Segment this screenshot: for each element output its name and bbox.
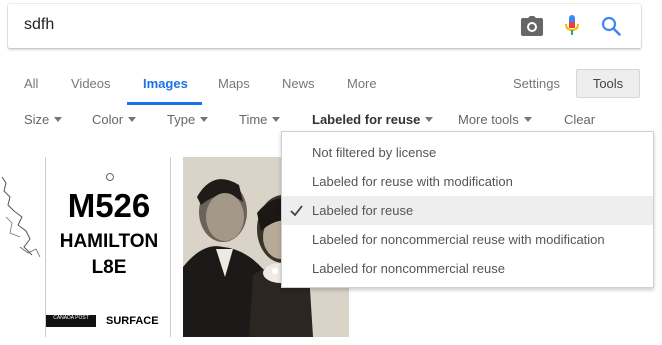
clear-filters[interactable]: Clear (564, 112, 595, 127)
caret-down-icon (128, 117, 137, 123)
color-filter[interactable]: Color (92, 112, 137, 127)
color-filter-label: Color (92, 112, 124, 127)
active-tab-indicator (127, 102, 202, 105)
usage-rights-filter[interactable]: Labeled for reuse (312, 112, 434, 127)
usage-rights-menu: Not filtered by license Labeled for reus… (281, 131, 654, 288)
microphone-icon[interactable] (560, 14, 584, 38)
caret-down-icon (200, 117, 209, 123)
time-filter[interactable]: Time (239, 112, 281, 127)
sign-footer: SURFACE (106, 315, 159, 327)
search-input[interactable]: sdfh (24, 16, 54, 34)
caret-down-icon (523, 117, 532, 123)
tools-button[interactable]: Tools (576, 69, 640, 98)
menu-item-label: Not filtered by license (312, 145, 437, 160)
menu-item-label: Labeled for noncommercial reuse (312, 261, 505, 276)
more-tools-label: More tools (458, 112, 519, 127)
search-box[interactable]: sdfh (8, 4, 641, 48)
logo-text: CANADA POST (53, 315, 89, 321)
caret-down-icon (54, 117, 63, 123)
more-tools-filter[interactable]: More tools (458, 112, 532, 127)
sign-line-3: L8E (91, 257, 127, 278)
checkmark-icon (290, 204, 303, 219)
menu-item-noncommercial-with-modification[interactable]: Labeled for noncommercial reuse with mod… (282, 225, 653, 254)
tab-more[interactable]: More (347, 76, 377, 91)
size-filter[interactable]: Size (24, 112, 63, 127)
canada-post-logo: CANADA POST (46, 315, 96, 327)
tab-news[interactable]: News (282, 76, 315, 91)
line-drawing-image (1, 176, 41, 258)
sign-line-2: HAMILTON (59, 231, 159, 252)
caret-down-icon (425, 117, 434, 123)
tab-videos[interactable]: Videos (71, 76, 111, 91)
time-filter-label: Time (239, 112, 268, 127)
menu-item-reuse[interactable]: Labeled for reuse (282, 196, 653, 225)
menu-item-label: Labeled for noncommercial reuse with mod… (312, 232, 605, 247)
tab-maps[interactable]: Maps (218, 76, 250, 91)
menu-item-label: Labeled for reuse (312, 203, 414, 218)
settings-link[interactable]: Settings (513, 76, 560, 91)
tab-all[interactable]: All (24, 76, 38, 91)
menu-item-reuse-with-modification[interactable]: Labeled for reuse with modification (282, 167, 653, 196)
menu-item-noncommercial[interactable]: Labeled for noncommercial reuse (282, 254, 653, 283)
usage-rights-label: Labeled for reuse (312, 112, 421, 127)
menu-item-label: Labeled for reuse with modification (312, 174, 513, 189)
search-tabs: All Videos Images Maps News More (0, 60, 662, 106)
menu-item-not-filtered[interactable]: Not filtered by license (282, 138, 653, 167)
size-filter-label: Size (24, 112, 50, 127)
type-filter-label: Type (167, 112, 196, 127)
image-result-2[interactable]: M526 HAMILTON L8E CANADA POST SURFACE (45, 157, 171, 337)
camera-icon[interactable] (520, 14, 544, 38)
sign-line-1: M526 (67, 187, 151, 224)
caret-down-icon (272, 117, 281, 123)
type-filter[interactable]: Type (167, 112, 209, 127)
sign-hole (106, 173, 114, 181)
tab-images[interactable]: Images (143, 76, 188, 91)
image-result-1[interactable] (0, 157, 44, 337)
search-icon[interactable] (599, 14, 623, 38)
